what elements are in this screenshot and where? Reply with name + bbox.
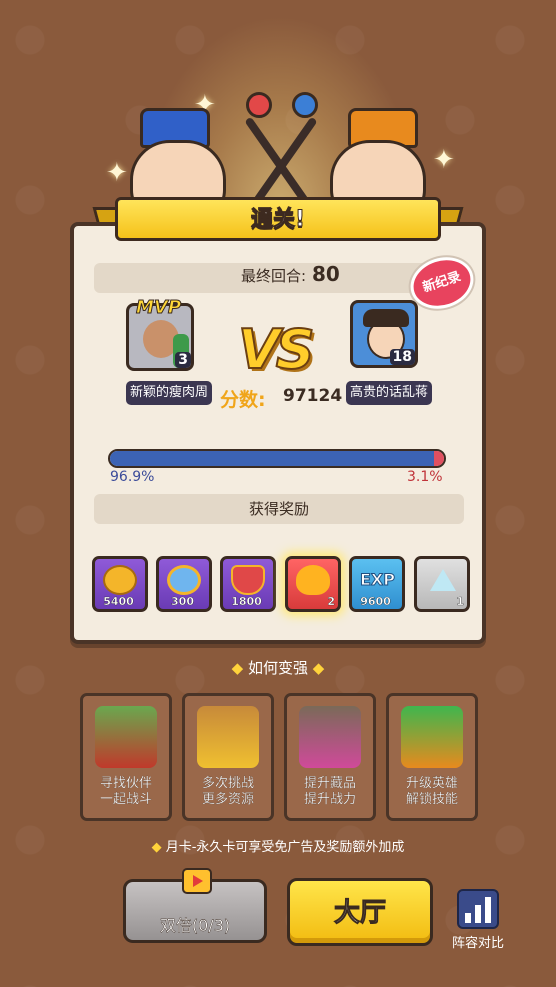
tip-find-partners[interactable]: 寻找伙伴 一起战斗 xyxy=(80,693,172,821)
left-contribution-fill xyxy=(110,451,434,466)
coin-icon xyxy=(103,565,137,595)
reward-item-flame[interactable]: 2 xyxy=(285,556,341,612)
tip-label: 寻找伙伴 一起战斗 xyxy=(99,776,152,807)
bar-chart-icon[interactable] xyxy=(457,889,499,929)
treasure-chest-icon xyxy=(197,706,259,768)
contribution-bar xyxy=(108,449,446,468)
tip-challenge-more[interactable]: 多次挑战 更多资源 xyxy=(182,693,274,821)
sparkle-icon: ✦ xyxy=(433,145,455,175)
diamond-icon: ◆ xyxy=(312,659,325,677)
right-contribution-fill xyxy=(433,451,444,466)
tip-label: 提升藏品 提升战力 xyxy=(303,776,356,807)
vs-emblem: VS xyxy=(237,317,316,382)
smile-medal-icon xyxy=(167,565,201,595)
mvp-tag: MVP xyxy=(135,297,182,319)
shield-token-icon xyxy=(231,565,265,595)
tip-upgrade-hero[interactable]: 升级英雄 解锁技能 xyxy=(386,693,478,821)
victory-title: 通关! xyxy=(250,207,306,233)
reward-item-coin[interactable]: 5400 xyxy=(92,556,148,612)
double-reward-label: 双倍(0/3) xyxy=(159,916,231,935)
reward-count: 9600 xyxy=(360,595,391,608)
lobby-label: 大厅 xyxy=(333,898,386,929)
reward-item-crystal[interactable]: 1 xyxy=(414,556,470,612)
blue-microphone-icon xyxy=(292,92,318,118)
right-player-avatar[interactable]: 18 xyxy=(350,300,418,368)
final-round-value: 80 xyxy=(312,262,340,286)
reward-item-medal[interactable]: 300 xyxy=(156,556,212,612)
reward-count: 1 xyxy=(456,595,464,608)
how-to-improve-title: ◆ 如何变强 ◆ xyxy=(231,659,325,677)
diamond-icon: ◆ xyxy=(151,840,162,855)
flame-icon xyxy=(296,565,330,595)
sparkle-icon: ✦ xyxy=(106,158,128,188)
tip-label: 多次挑战 更多资源 xyxy=(201,776,254,807)
rewards-title: 获得奖励 xyxy=(248,500,309,518)
hero-hair-icon xyxy=(363,309,409,327)
reward-count: 5400 xyxy=(103,595,134,608)
gauntlet-icon xyxy=(299,706,361,768)
score-label: 分数: xyxy=(220,389,266,411)
reward-count: 2 xyxy=(327,595,335,608)
month-card-tip: ◆ 月卡-永久卡可享受免广告及奖励额外加成 xyxy=(151,840,405,855)
red-microphone-icon xyxy=(246,92,272,118)
tip-upgrade-collection[interactable]: 提升藏品 提升战力 xyxy=(284,693,376,821)
reward-count: 300 xyxy=(171,595,194,608)
diamond-icon: ◆ xyxy=(231,659,244,677)
left-player-name: 新颖的瘦肉周 xyxy=(126,381,212,405)
reward-item-shield[interactable]: 1800 xyxy=(220,556,276,612)
victory-banner: 通关! xyxy=(92,197,464,247)
partners-icon xyxy=(95,706,157,768)
score-value: 97124 xyxy=(283,386,343,406)
hero-upgrade-icon xyxy=(401,706,463,768)
left-contribution-percent: 96.9% xyxy=(110,469,155,485)
video-ad-icon xyxy=(182,868,212,894)
reward-item-exp[interactable]: EXP 9600 xyxy=(349,556,405,612)
right-contribution-percent: 3.1% xyxy=(407,469,443,485)
final-round-label: 最终回合: xyxy=(240,267,306,285)
tip-label: 升级英雄 解锁技能 xyxy=(405,776,458,807)
left-player-level: 3 xyxy=(175,352,191,368)
crystal-icon xyxy=(425,565,459,595)
right-player-level: 18 xyxy=(389,349,415,365)
exp-icon: EXP xyxy=(360,570,396,590)
right-player-name: 高贵的话乱蒋 xyxy=(346,381,432,405)
lineup-compare-label[interactable]: 阵容对比 xyxy=(444,932,512,951)
reward-count: 1800 xyxy=(231,595,262,608)
